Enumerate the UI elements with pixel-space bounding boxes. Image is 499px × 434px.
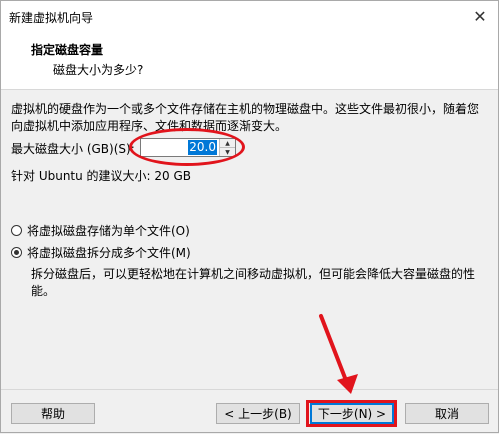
window-title: 新建虚拟机向导: [9, 11, 94, 25]
radio-split-files-label[interactable]: 将虚拟磁盘拆分成多个文件(M): [27, 244, 191, 261]
page-subtitle: 磁盘大小为多少?: [53, 63, 144, 77]
split-description: 拆分磁盘后，可以更轻松地在计算机之间移动虚拟机，但可能会降低大容量磁盘的性能。: [31, 267, 476, 298]
wizard-window: 新建虚拟机向导 ✕ 指定磁盘容量 磁盘大小为多少? 虚拟机的硬盘作为一个或多个文…: [0, 0, 499, 433]
radio-split-files[interactable]: 将虚拟磁盘拆分成多个文件(M): [11, 244, 191, 261]
close-icon[interactable]: ✕: [468, 5, 492, 27]
max-size-label: 最大磁盘大小 (GB)(S):: [11, 141, 135, 156]
help-button[interactable]: 帮助: [11, 403, 95, 424]
header-panel: 指定磁盘容量 磁盘大小为多少?: [1, 31, 498, 90]
disk-size-input[interactable]: 20.0: [188, 140, 217, 155]
radio-single-file-circle[interactable]: [11, 225, 22, 236]
next-button[interactable]: 下一步(N) >: [310, 403, 394, 424]
recommended-size-text: 针对 Ubuntu 的建议大小: 20 GB: [11, 169, 192, 183]
title-bar: 新建虚拟机向导 ✕: [1, 1, 498, 31]
page-title: 指定磁盘容量: [31, 43, 104, 57]
stepper-buttons: ▲ ▼: [219, 139, 235, 156]
cancel-button[interactable]: 取消: [405, 403, 489, 424]
radio-single-file-label[interactable]: 将虚拟磁盘存储为单个文件(O): [27, 222, 190, 239]
chevron-down-icon[interactable]: ▼: [220, 148, 235, 156]
footer-divider: [1, 389, 498, 390]
disk-description: 虚拟机的硬盘作为一个或多个文件存储在主机的物理磁盘中。这些文件最初很小，随着您向…: [11, 102, 480, 133]
back-button[interactable]: < 上一步(B): [216, 403, 300, 424]
max-size-row: 最大磁盘大小 (GB)(S):: [11, 138, 135, 158]
radio-single-file[interactable]: 将虚拟磁盘存储为单个文件(O): [11, 222, 190, 239]
disk-size-stepper[interactable]: 20.0 ▲ ▼: [140, 138, 236, 157]
chevron-up-icon[interactable]: ▲: [220, 139, 235, 148]
radio-split-files-circle[interactable]: [11, 247, 22, 258]
